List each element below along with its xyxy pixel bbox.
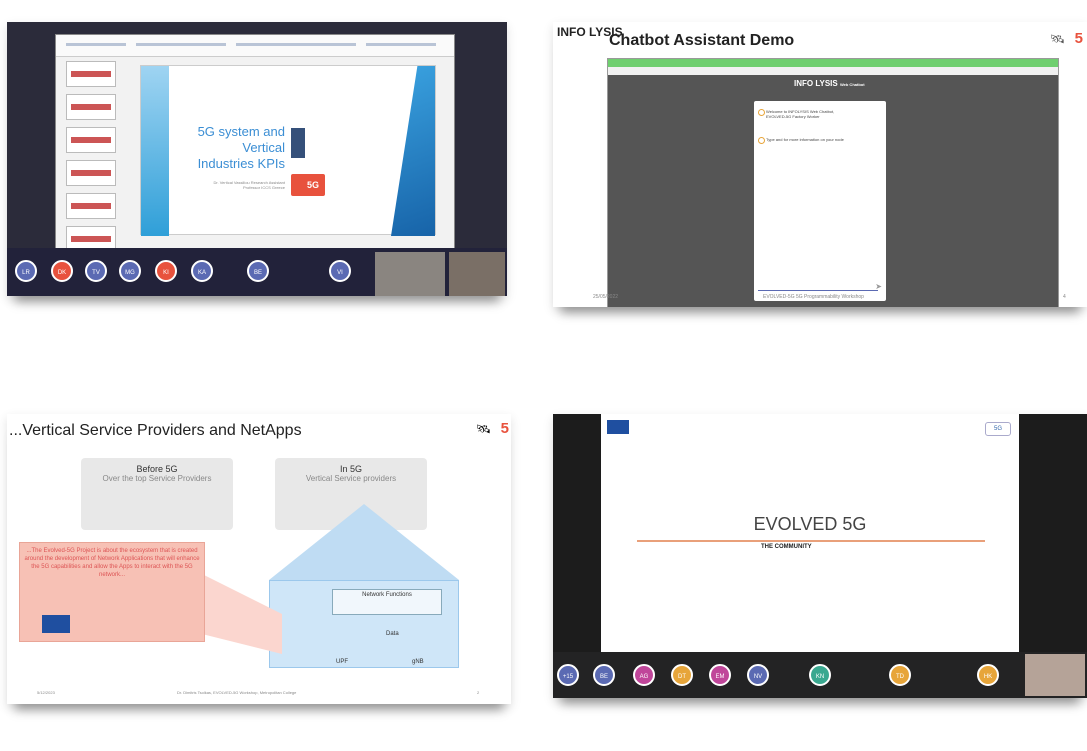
eu-flag-icon — [607, 420, 629, 434]
network-functions-box: Network Functions — [332, 589, 442, 615]
participant-avatar[interactable]: NV — [747, 664, 769, 686]
participant-avatar[interactable]: BE — [593, 664, 615, 686]
participant-avatar[interactable]: TV — [85, 260, 107, 282]
upf-label: UPF — [336, 659, 348, 665]
participant-video[interactable] — [375, 252, 445, 296]
slide-subtitle: Dr. Vertical Vassiliou Research Assistan… — [213, 180, 285, 190]
participant-video[interactable] — [1025, 654, 1085, 696]
slide-title: EVOLVED 5G — [753, 514, 867, 534]
current-slide: 5G system and Vertical Industries KPIs D… — [140, 65, 436, 236]
participant-avatar[interactable]: AG — [633, 664, 655, 686]
participant-avatar[interactable]: MG — [119, 260, 141, 282]
participant-avatar[interactable]: EM — [709, 664, 731, 686]
5g-logo: 5 — [500, 420, 509, 437]
participant-avatar[interactable]: HK — [977, 664, 999, 686]
eu-flag-icon — [42, 615, 70, 633]
participant-video[interactable] — [449, 252, 505, 296]
chat-message: Welcome to INFOLYSIS Web Chatbot, EVOLVE… — [766, 109, 835, 119]
bot-icon — [758, 137, 765, 144]
network-diagram: Network Functions Data UPF gNB — [269, 580, 459, 668]
gnb-label: gNB — [412, 659, 424, 665]
participant-avatar[interactable]: +15 — [557, 664, 579, 686]
callout-box: ...The Evolved-5G Project is about the e… — [19, 542, 205, 642]
send-icon[interactable]: ➤ — [875, 282, 882, 291]
slide-thumbnail[interactable] — [66, 127, 116, 153]
title-underline — [637, 540, 985, 542]
bot-icon — [758, 109, 765, 116]
screenshot-netapps-slide: ...Vertical Service Providers and NetApp… — [7, 414, 511, 704]
slide-thumbnail[interactable] — [66, 61, 116, 87]
slide-thumbnail[interactable] — [66, 193, 116, 219]
slide-subtitle: THE COMMUNITY — [761, 544, 812, 550]
callout-text: ...The Evolved-5G Project is about the e… — [24, 548, 200, 578]
screenshot-ppt-meeting: 5G system and Vertical Industries KPIs D… — [7, 22, 507, 296]
address-bar[interactable] — [608, 67, 1058, 75]
ribbon-toolbar[interactable] — [56, 35, 454, 57]
5g-badge: 5G — [291, 174, 325, 196]
slide-thumbnail[interactable] — [66, 160, 116, 186]
current-slide: 5G EVOLVED 5G THE COMMUNITY — [601, 414, 1019, 652]
participant-bar: +15 BE AG DT EM NV KN TD HK — [553, 652, 1087, 698]
data-label: Data — [386, 631, 399, 637]
participant-avatar[interactable]: KA — [191, 260, 213, 282]
slide-title: ...Vertical Service Providers and NetApp… — [9, 422, 302, 439]
before-5g-box: Before 5G Over the top Service Providers — [81, 458, 233, 530]
slide-thumbnail[interactable] — [66, 94, 116, 120]
participant-avatar[interactable]: DT — [671, 664, 693, 686]
slide-accent-left — [141, 66, 169, 236]
5g-logo: 5 — [1074, 30, 1083, 47]
participant-avatar[interactable]: KI — [155, 260, 177, 282]
participant-avatar[interactable]: LR — [15, 260, 37, 282]
participant-avatar[interactable]: BE — [247, 260, 269, 282]
screenshot-chatbot-demo: INFO LYSIS Chatbot Assistant Demo 🛰 5 IN… — [553, 22, 1087, 307]
participant-avatar[interactable]: VI — [329, 260, 351, 282]
5g-ppp-logo — [291, 128, 305, 158]
chat-input[interactable] — [758, 283, 878, 291]
screenshot-evolved5g-meeting: 5G EVOLVED 5G THE COMMUNITY +15 BE AG DT… — [553, 414, 1087, 698]
satellite-icon: 🛰 — [475, 422, 491, 436]
slide-title: Chatbot Assistant Demo — [609, 32, 795, 49]
slide-accent-right — [391, 66, 435, 236]
chat-message: Type and for more information on your no… — [766, 137, 844, 142]
participant-avatar[interactable]: DK — [51, 260, 73, 282]
chat-window: Welcome to INFOLYSIS Web Chatbot, EVOLVE… — [754, 101, 886, 301]
slide-thumbnails[interactable] — [60, 61, 116, 261]
5g-logo: 5G — [985, 422, 1011, 436]
browser-window: INFO LYSIS Web Chatbot Welcome to INFOLY… — [607, 58, 1059, 307]
powerpoint-window: 5G system and Vertical Industries KPIs D… — [55, 34, 455, 266]
browser-tabs[interactable] — [608, 59, 1058, 67]
participant-avatar[interactable]: KN — [809, 664, 831, 686]
chatbot-logo: INFO LYSIS Web Chatbot — [794, 79, 865, 88]
participant-avatar[interactable]: TD — [889, 664, 911, 686]
participant-bar: LR DK TV MG KI KA BE VI — [7, 248, 507, 296]
slide-title: 5G system and Vertical Industries KPIs — [197, 124, 285, 171]
satellite-icon: 🛰 — [1049, 32, 1065, 46]
